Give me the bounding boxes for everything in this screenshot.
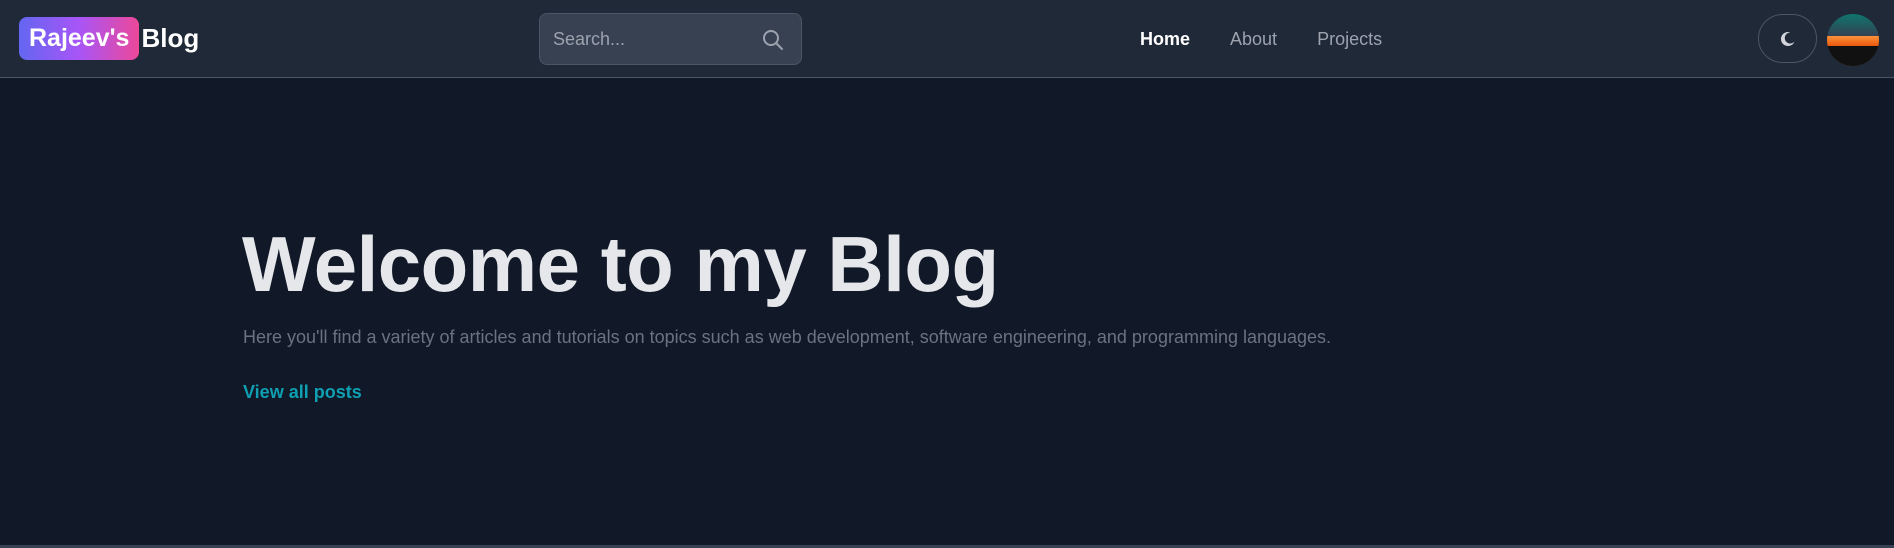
theme-toggle-button[interactable]	[1758, 14, 1817, 63]
nav-link-home[interactable]: Home	[1140, 29, 1190, 50]
view-all-posts-link[interactable]: View all posts	[243, 382, 362, 403]
search-icon[interactable]	[761, 28, 785, 52]
search-box	[539, 13, 802, 65]
avatar-ground	[1827, 46, 1879, 66]
avatar-sky	[1827, 14, 1879, 36]
hero-section: Welcome to my Blog Here you'll find a va…	[0, 79, 1894, 545]
hero-description: Here you'll find a variety of articles a…	[243, 327, 1332, 347]
nav-link-about[interactable]: About	[1230, 29, 1277, 50]
brand-text: Blog	[141, 23, 200, 53]
main-nav: Home About Projects	[1140, 0, 1422, 78]
top-navbar: Rajeev's Blog Home About Projects	[0, 0, 1894, 78]
brand-badge: Rajeev's	[19, 17, 140, 60]
avatar-sunset	[1827, 36, 1879, 46]
moon-icon	[1780, 31, 1794, 46]
avatar[interactable]	[1827, 14, 1879, 66]
brand-logo-link[interactable]: Rajeev's Blog	[19, 17, 199, 60]
hero-title: Welcome to my Blog	[242, 220, 999, 308]
nav-link-projects[interactable]: Projects	[1317, 29, 1382, 50]
search-input[interactable]	[540, 14, 750, 64]
